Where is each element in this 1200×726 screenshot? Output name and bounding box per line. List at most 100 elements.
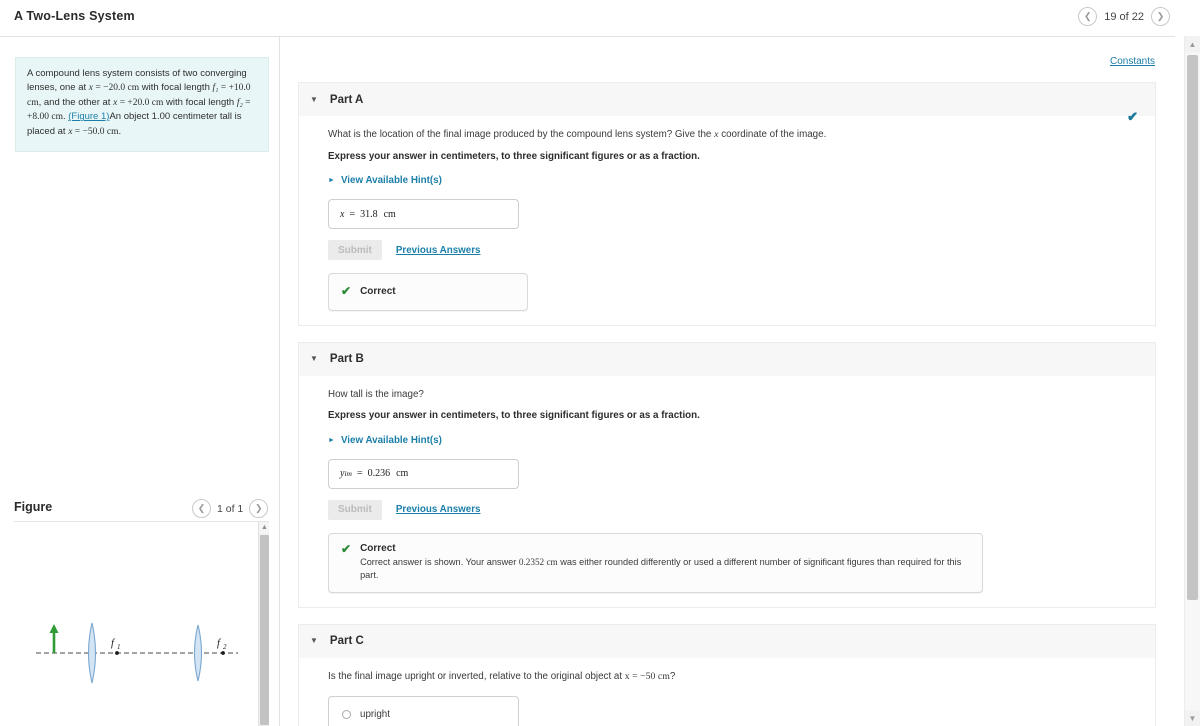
part-c-question: Is the final image upright or inverted, … xyxy=(328,670,1155,685)
lens-2-sub: 2 xyxy=(223,643,227,651)
part-a: ▼ Part A ✔ What is the location of the f… xyxy=(298,82,1156,326)
top-bar: A Two-Lens System ❮ 19 of 22 ❯ xyxy=(0,0,1200,36)
part-a-hints-toggle[interactable]: ► View Available Hint(s) xyxy=(328,175,1155,186)
part-b-feedback-content: Correct Correct answer is shown. Your an… xyxy=(360,543,970,582)
constants-link[interactable]: Constants xyxy=(1110,56,1155,67)
part-c-question-math: x = −50 cm xyxy=(624,670,670,682)
part-b: ▼ Part B ✔ How tall is the image? Expres… xyxy=(298,109,1156,608)
scroll-down-arrow-icon[interactable]: ▼ xyxy=(1185,710,1200,726)
part-c: ▼ Part C Is the final image upright or i… xyxy=(298,623,1156,726)
part-a-body: ✔ What is the location of the final imag… xyxy=(298,109,1156,326)
page-scrollbar[interactable]: ▲ ▼ xyxy=(1184,36,1200,726)
part-a-previous-answers-link[interactable]: Previous Answers xyxy=(396,245,481,256)
page-scrollbar-thumb[interactable] xyxy=(1187,55,1198,600)
statement-val-1: −20.0 cm xyxy=(103,82,140,93)
part-b-feedback-value: 0.2352 cm xyxy=(518,556,558,567)
lens-1-sub: 1 xyxy=(117,643,121,651)
assignment-pager: ❮ 19 of 22 ❯ xyxy=(1078,7,1170,26)
lens-1-label: f xyxy=(111,638,116,649)
part-b-feedback-desc-a: Correct answer is shown. Your answer xyxy=(360,556,519,567)
part-a-submit-button[interactable]: Submit xyxy=(328,240,382,261)
left-panel: A compound lens system consists of two c… xyxy=(0,36,279,726)
caret-down-icon[interactable]: ▼ xyxy=(310,95,318,104)
part-b-feedback-desc: Correct answer is shown. Your answer 0.2… xyxy=(360,556,970,582)
part-b-input-subscript: im xyxy=(344,469,352,479)
part-b-actions: Submit Previous Answers xyxy=(328,499,1155,520)
scroll-up-arrow-icon[interactable]: ▲ xyxy=(1185,36,1200,52)
part-b-input-eq: = xyxy=(356,468,363,480)
part-a-instruction: Express your answer in centimeters, to t… xyxy=(328,150,700,162)
part-a-title: Part A xyxy=(329,93,364,106)
part-b-submit-button[interactable]: Submit xyxy=(328,499,382,520)
part-b-instruction: Express your answer in centimeters, to t… xyxy=(328,410,700,422)
part-c-question-b: ? xyxy=(669,670,676,682)
focal-point-2 xyxy=(221,651,225,655)
part-b-hints-toggle[interactable]: ► View Available Hint(s) xyxy=(328,435,1155,446)
figure-1-link[interactable]: (Figure 1) xyxy=(68,111,109,122)
focal-point-1 xyxy=(115,651,119,655)
chevron-left-icon[interactable]: ❮ xyxy=(1078,7,1098,26)
lens-2 xyxy=(193,624,203,682)
part-b-title: Part B xyxy=(329,353,364,366)
answer-panel: Constants ▼ Part A ✔ What is the locatio… xyxy=(280,36,1175,726)
part-a-input-var: x xyxy=(340,208,345,220)
caret-down-icon[interactable]: ▼ xyxy=(310,355,318,363)
triangle-right-icon: ► xyxy=(328,177,335,185)
check-icon: ✔ xyxy=(1127,109,1138,124)
part-c-choice-upright-label: upright xyxy=(360,709,390,721)
radio-button-icon[interactable] xyxy=(342,710,351,720)
lens-2-label: f xyxy=(217,638,222,649)
part-b-body: ✔ How tall is the image? Express your an… xyxy=(298,109,1156,608)
figure-scrollbar[interactable]: ▲ ▼ xyxy=(258,522,269,726)
scroll-up-arrow-icon[interactable]: ▲ xyxy=(259,522,269,533)
figure-panel: f 1 f 2 ▲ ▼ xyxy=(14,521,269,726)
chevron-right-icon[interactable]: ❯ xyxy=(249,499,269,518)
part-a-answer-input[interactable]: x = 31.8 cm xyxy=(328,199,519,230)
two-lens-diagram: f 1 f 2 xyxy=(36,622,238,684)
part-a-input-value: 31.8 xyxy=(360,208,378,220)
statement-line4-a: focal length xyxy=(185,96,237,108)
part-a-actions: Submit Previous Answers xyxy=(328,240,1155,261)
statement-val-3: = +20.0 cm xyxy=(117,97,164,108)
part-a-input-eq: = xyxy=(349,208,356,220)
statement-final-period: . xyxy=(118,126,122,138)
part-a-question-tail: coordinate of the image. xyxy=(718,129,827,140)
statement-val-5: = −50.0 cm xyxy=(72,127,119,138)
statement-eq-2: = xyxy=(218,82,229,93)
part-b-input-value: 0.236 xyxy=(367,468,391,480)
part-a-question-text: What is the location of the final image … xyxy=(328,129,715,140)
chevron-right-icon[interactable]: ❯ xyxy=(1151,7,1170,26)
page-title: A Two-Lens System xyxy=(14,9,135,23)
figure-scrollbar-thumb[interactable] xyxy=(260,535,269,725)
parts-list: ▼ Part A ✔ What is the location of the f… xyxy=(298,82,1156,726)
check-icon: ✔ xyxy=(341,541,352,556)
part-b-header[interactable]: ▼ Part B xyxy=(298,341,1156,376)
figure-pager: ❮ 1 of 1 ❯ xyxy=(192,499,269,518)
caret-down-icon[interactable]: ▼ xyxy=(310,637,318,645)
part-b-feedback-title: Correct xyxy=(360,542,396,554)
part-a-question: What is the location of the final image … xyxy=(328,128,1155,143)
statement-line2-a: lenses, one at xyxy=(27,81,89,93)
problem-page: A Two-Lens System ❮ 19 of 22 ❯ A compoun… xyxy=(0,0,1200,726)
part-b-feedback: ✔ Correct Correct answer is shown. Your … xyxy=(328,532,983,593)
green-up-arrow-object xyxy=(49,624,59,653)
constants-row: Constants xyxy=(1110,51,1155,69)
statement-eq-1: = xyxy=(93,82,104,93)
part-a-feedback-title: Correct xyxy=(360,286,396,298)
statement-line4-b: An object 1.00 xyxy=(109,111,171,123)
part-b-answer-input[interactable]: y im = 0.236 cm xyxy=(328,458,519,489)
chevron-left-icon[interactable]: ❮ xyxy=(192,499,211,518)
statement-line3-c: with xyxy=(163,96,183,108)
part-a-header[interactable]: ▼ Part A xyxy=(298,82,1156,116)
part-a-feedback: ✔ Correct xyxy=(328,273,528,311)
figure-pager-label: 1 of 1 xyxy=(217,502,244,515)
check-icon: ✔ xyxy=(341,284,352,299)
part-b-previous-answers-link[interactable]: Previous Answers xyxy=(396,504,481,515)
part-b-input-unit: cm xyxy=(396,468,409,480)
part-c-body: Is the final image upright or inverted, … xyxy=(298,657,1156,726)
part-c-choice-upright[interactable]: upright xyxy=(342,709,518,720)
pager-label: 19 of 22 xyxy=(1104,10,1144,23)
part-c-choice-group: upright inverted xyxy=(328,696,519,726)
part-c-title: Part C xyxy=(329,635,364,648)
part-c-header[interactable]: ▼ Part C xyxy=(298,623,1156,658)
